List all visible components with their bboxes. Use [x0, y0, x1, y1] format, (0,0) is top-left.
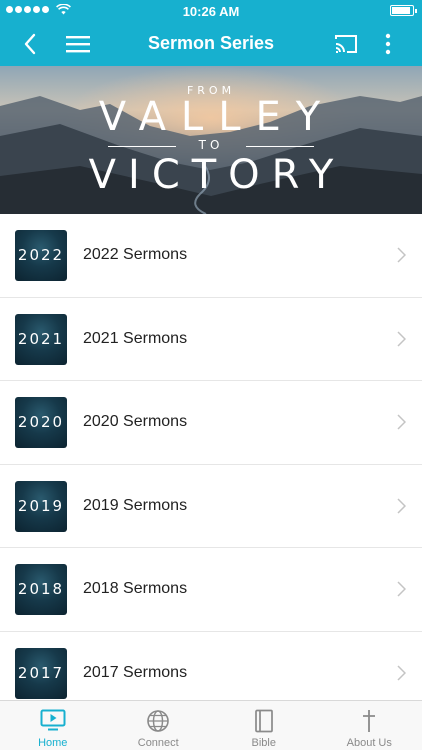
list-item[interactable]: 2020 2020 Sermons: [0, 381, 422, 465]
series-banner[interactable]: FROM VALLEY TO VICTORY: [0, 66, 422, 214]
tab-label: About Us: [346, 737, 392, 749]
tv-play-icon: [40, 709, 66, 731]
tab-label: Bible: [251, 737, 276, 749]
tab-label: Home: [38, 737, 68, 749]
tab-home[interactable]: Home: [0, 701, 106, 750]
status-bar: 10:26 AM: [0, 0, 422, 22]
list-item[interactable]: 2021 2021 Sermons: [0, 297, 422, 381]
tab-about-us[interactable]: About Us: [317, 701, 422, 750]
banner-valley-text: VALLEY: [98, 94, 336, 140]
sermon-series-list: 2022 2022 Sermons 2021 2021 Sermons 2020…: [0, 214, 422, 715]
banner-victory-text: VICTORY: [88, 152, 346, 198]
list-item[interactable]: 2018 2018 Sermons: [0, 548, 422, 632]
banner-divider-right: [246, 146, 314, 147]
bottom-tab-bar: Home Connect Bible About Us: [0, 700, 422, 750]
tab-label: Connect: [137, 737, 179, 749]
cross-icon: [363, 710, 376, 732]
chevron-right-icon: [397, 581, 406, 597]
list-item[interactable]: 2022 2022 Sermons: [0, 214, 422, 298]
series-label: 2018 Sermons: [83, 580, 188, 597]
chevron-right-icon: [397, 247, 406, 263]
series-label: 2019 Sermons: [83, 496, 188, 514]
cast-button[interactable]: [326, 22, 366, 66]
list-item[interactable]: 2019 2019 Sermons: [0, 464, 422, 548]
series-label: 2017 Sermons: [83, 663, 188, 681]
more-options-button[interactable]: [370, 22, 406, 66]
series-label: 2021 Sermons: [83, 329, 188, 347]
series-thumbnail: 2017: [15, 647, 67, 699]
series-thumbnail: 2018: [15, 564, 67, 615]
series-thumbnail: 2020: [15, 397, 67, 448]
more-vertical-icon: [385, 33, 391, 55]
series-thumbnail: 2021: [15, 313, 67, 365]
tab-bible[interactable]: Bible: [211, 701, 317, 750]
chevron-right-icon: [397, 330, 406, 347]
series-label: 2022 Sermons: [83, 246, 188, 263]
cast-icon: [335, 35, 357, 53]
globe-icon: [147, 710, 170, 732]
chevron-right-icon: [397, 497, 406, 514]
banner-to-text: TO: [198, 138, 224, 152]
battery-icon: [390, 5, 417, 16]
app-header: Sermon Series: [0, 22, 422, 66]
book-icon: [254, 709, 273, 733]
chevron-right-icon: [397, 414, 406, 430]
series-thumbnail: 2022: [15, 230, 67, 281]
tab-connect[interactable]: Connect: [106, 701, 212, 750]
series-thumbnail: 2019: [15, 480, 67, 532]
status-time: 10:26 AM: [182, 4, 240, 19]
chevron-right-icon: [397, 664, 406, 681]
series-label: 2020 Sermons: [83, 413, 188, 430]
